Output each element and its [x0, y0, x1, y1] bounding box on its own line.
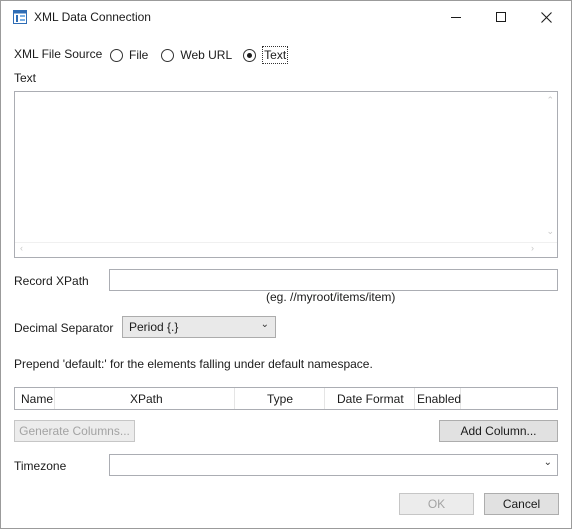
h-scrollbar-divider [15, 242, 557, 243]
scroll-left-icon[interactable]: ‹ [20, 244, 23, 253]
record-xpath-hint: (eg. //myroot/items/item) [266, 290, 396, 304]
column-header-enabled[interactable]: Enabled [415, 388, 461, 409]
xml-data-connection-dialog: XML Data Connection XML File Source File… [0, 0, 572, 529]
radio-text[interactable]: Text [243, 46, 289, 64]
timezone-label: Timezone [14, 459, 67, 473]
record-xpath-label: Record XPath [14, 274, 89, 288]
generate-columns-button[interactable]: Generate Columns... [14, 420, 135, 442]
radio-web-url-circle[interactable] [161, 48, 175, 62]
radio-file[interactable]: File [110, 48, 148, 62]
cancel-button[interactable]: Cancel [484, 493, 559, 515]
timezone-select[interactable]: ⌄ [109, 454, 558, 476]
decimal-separator-value: Period {.} [129, 320, 179, 334]
ok-button[interactable]: OK [399, 493, 474, 515]
minimize-icon [451, 17, 461, 18]
decimal-separator-label: Decimal Separator [14, 321, 114, 335]
radio-file-label: File [129, 48, 149, 62]
scroll-right-icon[interactable]: › [531, 244, 534, 253]
window-title: XML Data Connection [34, 10, 151, 24]
columns-table-header: Name XPath Type Date Format Enabled [14, 387, 558, 410]
column-header-type[interactable]: Type [235, 388, 325, 409]
column-header-filler [461, 388, 557, 409]
radio-text-circle[interactable] [243, 48, 257, 62]
close-icon [540, 11, 552, 23]
column-header-date-format[interactable]: Date Format [325, 388, 415, 409]
xml-text-area[interactable]: ⌃ ⌄ ‹ › [14, 91, 558, 258]
xml-file-source-label: XML File Source [14, 47, 103, 61]
radio-web-url-label: Web URL [180, 48, 233, 62]
column-header-name[interactable]: Name [15, 388, 55, 409]
source-radio-group: File Web URL Text [110, 46, 297, 64]
maximize-icon [496, 12, 506, 22]
column-header-xpath[interactable]: XPath [55, 388, 235, 409]
radio-file-circle[interactable] [110, 48, 123, 62]
scroll-down-icon[interactable]: ⌄ [546, 227, 554, 236]
close-button[interactable] [523, 1, 569, 33]
record-xpath-input[interactable] [109, 269, 558, 291]
radio-text-label: Text [262, 46, 289, 64]
timezone-chevron-down-icon: ⌄ [543, 457, 552, 468]
maximize-button[interactable] [478, 1, 524, 33]
namespace-note: Prepend 'default:' for the elements fall… [14, 357, 373, 371]
minimize-button[interactable] [433, 1, 479, 33]
add-column-button[interactable]: Add Column... [439, 420, 558, 442]
app-icon [13, 10, 27, 24]
decimal-separator-select[interactable]: Period {.} ⌄ [122, 316, 276, 338]
scroll-up-icon[interactable]: ⌃ [546, 96, 554, 105]
radio-web-url[interactable]: Web URL [161, 48, 232, 62]
text-label: Text [14, 71, 37, 85]
chevron-down-icon: ⌄ [260, 319, 269, 330]
